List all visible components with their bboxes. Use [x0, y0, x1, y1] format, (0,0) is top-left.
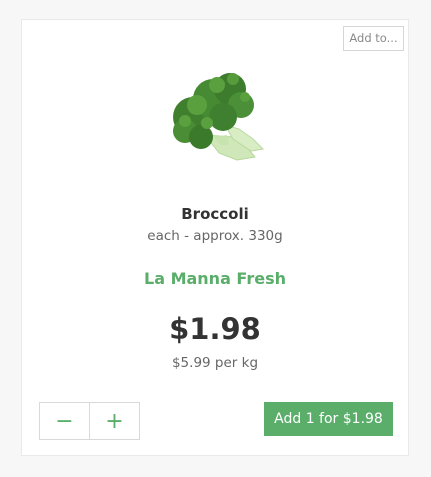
product-card: Add to... Broccoli each - approx. 330g L… — [21, 19, 409, 456]
broccoli-image — [173, 73, 265, 161]
brand-link[interactable]: La Manna Fresh — [22, 269, 408, 288]
minus-icon: − — [55, 408, 74, 434]
increment-button[interactable]: + — [89, 403, 139, 439]
add-to-cart-button[interactable]: Add 1 for $1.98 — [264, 402, 393, 436]
product-subtitle: each - approx. 330g — [147, 228, 283, 244]
product-title: Broccoli — [181, 205, 249, 223]
product-price: $1.98 — [169, 312, 261, 346]
plus-icon: + — [105, 408, 124, 434]
quantity-stepper[interactable]: − + — [39, 402, 140, 440]
unit-price: $5.99 per kg — [171, 355, 259, 371]
add-to-button[interactable]: Add to... — [343, 26, 404, 51]
decrement-button[interactable]: − — [40, 403, 89, 439]
